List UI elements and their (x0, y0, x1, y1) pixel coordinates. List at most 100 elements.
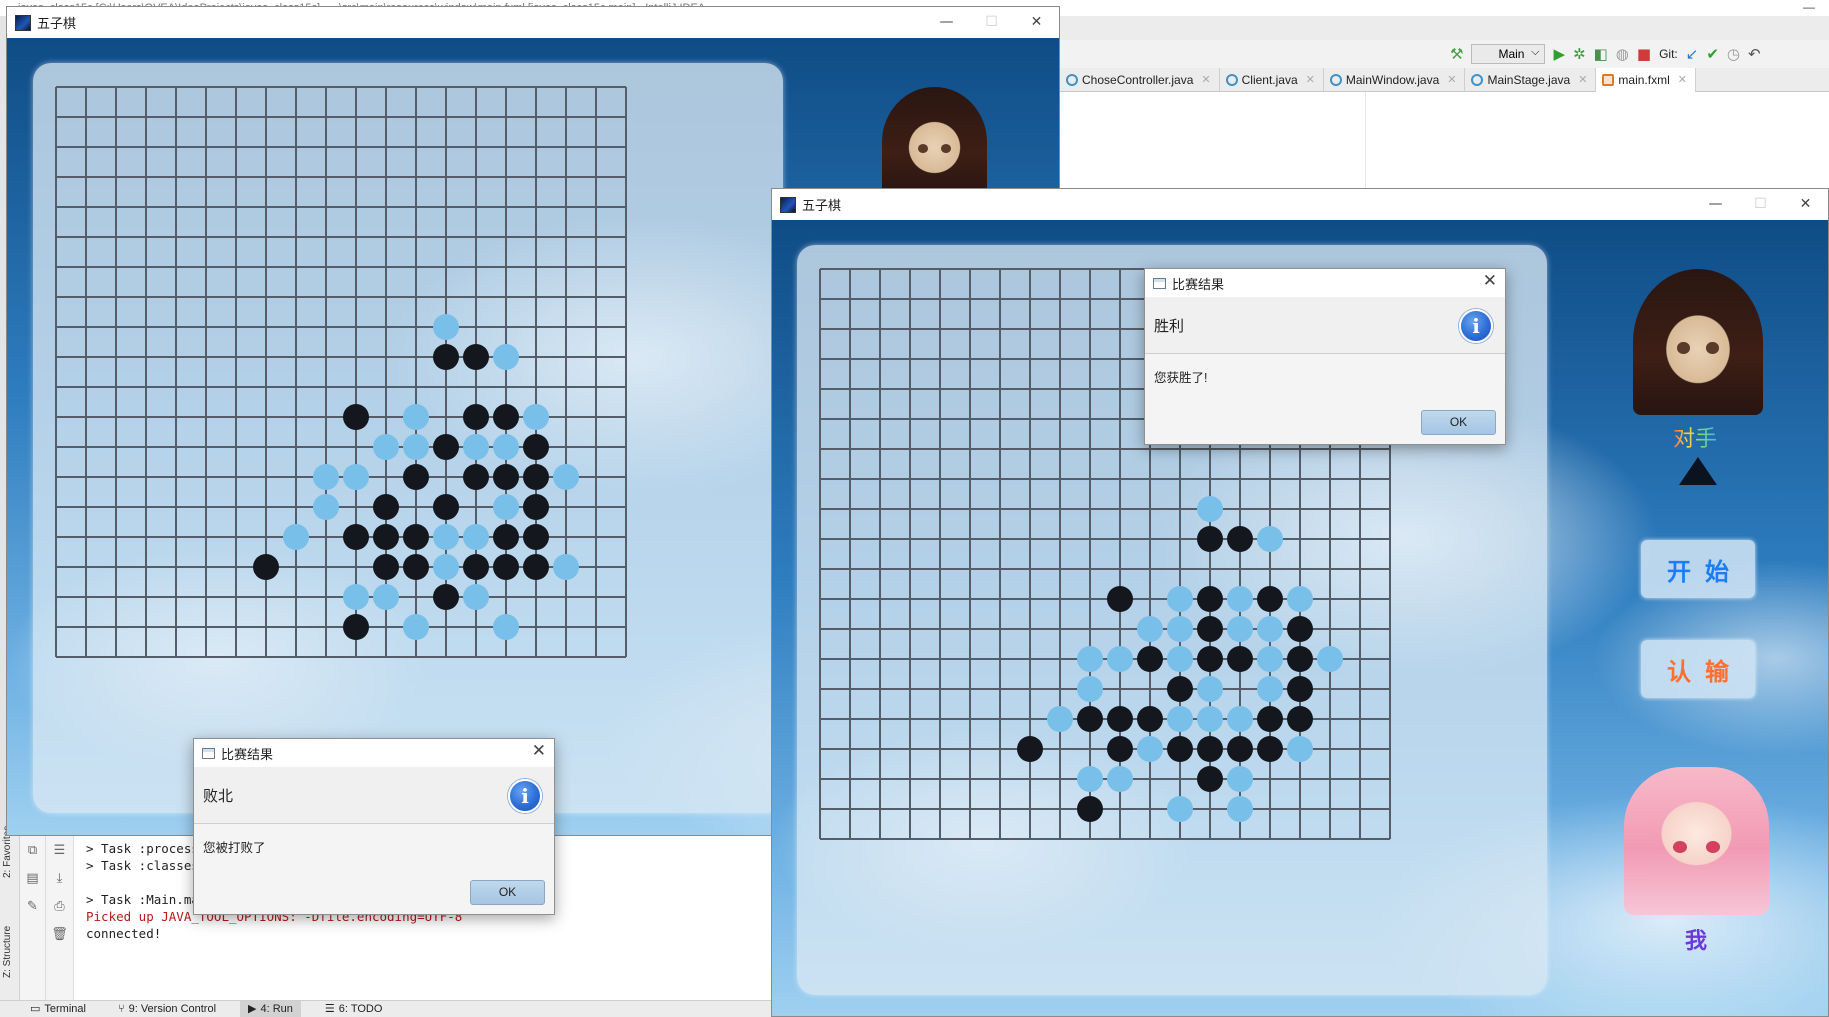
pin-icon[interactable]: ✎ (20, 898, 45, 914)
black-stone (1137, 646, 1163, 672)
coverage-icon[interactable]: ◧ (1594, 46, 1608, 62)
black-stone (373, 524, 399, 550)
run-icon[interactable]: ▶ (1553, 46, 1565, 62)
minimize-icon[interactable]: — (924, 7, 969, 38)
rerun-icon[interactable]: ⧉ (20, 842, 45, 858)
print-icon[interactable]: ⎙ (46, 898, 73, 914)
black-stone (1197, 646, 1223, 672)
white-stone (433, 554, 459, 580)
close-icon[interactable]: ✕ (1483, 271, 1497, 291)
black-stone (523, 494, 549, 520)
black-stone (1287, 706, 1313, 732)
surrender-button[interactable]: 认输 (1641, 640, 1755, 698)
editor-tab[interactable]: MainStage.java ✕ (1465, 68, 1597, 92)
close-tab-icon[interactable]: ✕ (1578, 68, 1587, 92)
editor-tab-label: main.fxml (1618, 73, 1670, 87)
black-stone (433, 494, 459, 520)
tool-window-tab[interactable]: ☰ 6: TODO (317, 1001, 390, 1017)
window-title: 五子棋 (802, 198, 842, 213)
dialog-header: 败北 i (194, 767, 554, 824)
white-stone (1167, 616, 1193, 642)
tool-window-tab[interactable]: ⑂ 9: Version Control (110, 1001, 224, 1017)
ok-button[interactable]: OK (470, 880, 545, 905)
editor-tab[interactable]: Client.java ✕ (1220, 68, 1324, 92)
editor-tab[interactable]: MainWindow.java ✕ (1324, 68, 1466, 92)
white-stone (283, 524, 309, 550)
trash-icon[interactable]: 🗑 (46, 926, 73, 942)
black-stone (343, 404, 369, 430)
white-stone (1287, 586, 1313, 612)
todo-icon: ☰ (324, 1003, 335, 1015)
window-controls: — ☐ ✕ (924, 7, 1059, 38)
layout-icon[interactable]: ▤ (20, 870, 45, 886)
profile-icon[interactable]: ◍ (1616, 46, 1629, 62)
black-stone (1077, 706, 1103, 732)
build-hammer-icon[interactable]: ⚒ (1450, 46, 1463, 62)
black-stone (433, 344, 459, 370)
java-class-icon (1471, 74, 1484, 86)
white-stone (343, 584, 369, 610)
tool-window-tab-label: 4: Run (260, 1003, 293, 1015)
editor-tab[interactable]: ChoseController.java ✕ (1060, 68, 1220, 92)
editor-tab-label: MainStage.java (1487, 73, 1571, 87)
white-stone (403, 434, 429, 460)
ok-button[interactable]: OK (1421, 410, 1496, 435)
editor-tab[interactable]: main.fxml ✕ (1596, 68, 1696, 92)
dialog-message: 您获胜了! (1154, 371, 1208, 385)
white-stone (493, 494, 519, 520)
close-icon[interactable]: ✕ (1783, 189, 1828, 220)
black-stone (433, 584, 459, 610)
git-update-icon[interactable]: ↙ (1686, 46, 1699, 62)
terminal-icon: ▭ (30, 1003, 41, 1015)
black-stone (433, 434, 459, 460)
minimize-icon[interactable]: — (1693, 189, 1738, 220)
desktop: javas_class15c [C:\Users\QVEA\IdeaProjec… (0, 0, 1829, 1017)
close-icon[interactable]: ✕ (1014, 7, 1059, 38)
window-controls: — ☐ ✕ (1693, 189, 1828, 220)
close-tab-icon[interactable]: ✕ (1201, 68, 1210, 92)
git-rollback-icon[interactable]: ↶ (1748, 46, 1761, 62)
info-icon: i (1459, 309, 1493, 343)
minimize-icon[interactable]: — (1789, 0, 1829, 16)
close-tab-icon[interactable]: ✕ (1306, 68, 1315, 92)
scroll-to-end-icon[interactable]: ⤓ (46, 870, 73, 886)
white-stone (1227, 586, 1253, 612)
maximize-icon[interactable]: ☐ (1738, 189, 1783, 220)
black-stone (1287, 616, 1313, 642)
close-icon[interactable]: ✕ (532, 741, 546, 761)
run-config-select[interactable]: Main (1471, 43, 1546, 64)
white-stone (553, 554, 579, 580)
debug-icon[interactable]: ✲ (1573, 46, 1586, 62)
editor-area[interactable] (1060, 92, 1829, 192)
structure-side-tab[interactable]: Z: Structure (2, 926, 13, 978)
white-stone (1257, 676, 1283, 702)
black-stone (523, 554, 549, 580)
black-stone (373, 554, 399, 580)
my-avatar (1624, 767, 1769, 915)
tool-window-tab[interactable]: ▭ Terminal (22, 1001, 94, 1017)
black-stone (1077, 796, 1103, 822)
white-stone (1137, 736, 1163, 762)
white-stone (1047, 706, 1073, 732)
soft-wrap-icon[interactable]: ☰ (46, 842, 73, 858)
vcs-icon: ⑂ (117, 1003, 125, 1015)
result-dialog-lose: 比赛结果 ✕ 败北 i 您被打败了 OK (193, 738, 555, 915)
maximize-icon[interactable]: ☐ (969, 7, 1014, 38)
black-stone (1197, 526, 1223, 552)
git-history-icon[interactable]: ◷ (1727, 46, 1740, 62)
editor-tab-label: Client.java (1241, 73, 1298, 87)
stop-icon[interactable]: ■ (1637, 46, 1651, 62)
black-stone (1227, 646, 1253, 672)
gomoku-board[interactable] (55, 86, 627, 658)
git-commit-icon[interactable]: ✔ (1706, 46, 1719, 62)
black-stone (1107, 586, 1133, 612)
start-button[interactable]: 开始 (1641, 540, 1755, 598)
editor-tab-label: ChoseController.java (1082, 73, 1194, 87)
board-grid[interactable] (55, 86, 627, 658)
dialog-window-icon (202, 747, 215, 759)
tool-window-tab[interactable]: ▶ 4: Run (240, 1001, 301, 1017)
close-tab-icon[interactable]: ✕ (1678, 68, 1687, 92)
close-tab-icon[interactable]: ✕ (1447, 68, 1456, 92)
black-stone (463, 554, 489, 580)
turn-indicator-arrow (1679, 457, 1717, 485)
